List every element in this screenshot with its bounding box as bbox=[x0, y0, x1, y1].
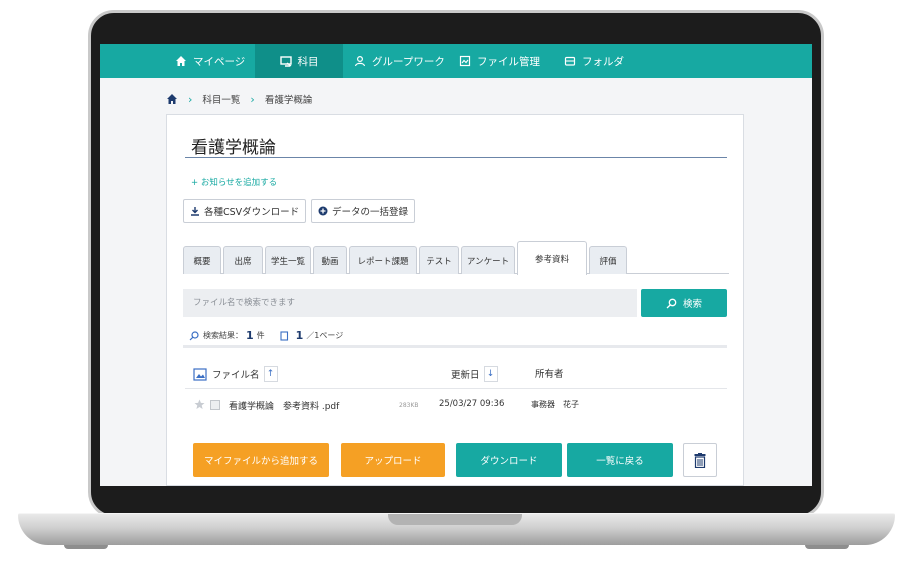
subject-icon bbox=[279, 56, 292, 67]
tab-bar: 概要 出席 学生一覧 動画 レポート課題 テスト アンケート 参考資料 評価 bbox=[183, 241, 729, 275]
bulk-register-button[interactable]: データの一括登録 bbox=[311, 199, 416, 223]
search-button-label: 検索 bbox=[682, 299, 702, 310]
image-file-icon bbox=[193, 367, 207, 381]
row-checkbox[interactable] bbox=[210, 400, 220, 410]
laptop-foot-left bbox=[64, 545, 108, 549]
column-header-name: ファイル名 ↑ bbox=[193, 366, 278, 382]
app-screen: マイページ 科目 グループワーク ファイル管理 フォルダ › 科目一覧 › 看護… bbox=[100, 44, 812, 486]
group-icon bbox=[354, 55, 366, 67]
results-unit: 件 bbox=[256, 331, 265, 340]
tab-references[interactable]: 参考資料 bbox=[517, 241, 587, 275]
nav-label: フォルダ bbox=[582, 55, 624, 68]
tab-survey[interactable]: アンケート bbox=[461, 246, 515, 274]
laptop-notch bbox=[388, 514, 522, 525]
search-input[interactable] bbox=[183, 289, 637, 317]
upload-button[interactable]: アップロード bbox=[341, 443, 445, 477]
download-button[interactable]: ダウンロード bbox=[456, 443, 562, 477]
results-label: 検索結果： bbox=[203, 331, 243, 340]
search-button[interactable]: 検索 bbox=[641, 289, 727, 317]
nav-label: 科目 bbox=[297, 55, 319, 68]
column-header-updated: 更新日 ↓ bbox=[451, 366, 498, 382]
search-icon bbox=[666, 298, 677, 308]
nav-item-groupwork[interactable]: グループワーク bbox=[354, 44, 445, 78]
csv-download-label: 各種CSVダウンロード bbox=[204, 207, 300, 218]
chevron-right-icon: › bbox=[250, 92, 255, 106]
sort-ascending-icon[interactable]: ↑ bbox=[263, 366, 278, 382]
nav-item-folder[interactable]: フォルダ bbox=[564, 44, 624, 78]
search-icon bbox=[189, 330, 199, 340]
chevron-right-icon: › bbox=[188, 92, 193, 106]
breadcrumb-subject-list[interactable]: 科目一覧 bbox=[202, 92, 240, 106]
breadcrumb-current: 看護学概論 bbox=[264, 95, 313, 106]
results-count: 1 bbox=[246, 329, 254, 342]
column-header-updated-label: 更新日 bbox=[451, 370, 480, 381]
results-page: 1 bbox=[295, 329, 304, 342]
column-header-name-label: ファイル名 bbox=[212, 370, 260, 381]
file-owner: 事務器 花子 bbox=[531, 400, 579, 409]
results-page-suffix: ／1ページ bbox=[306, 331, 344, 340]
bulk-register-label: データの一括登録 bbox=[332, 207, 409, 218]
back-to-list-button[interactable]: 一覧に戻る bbox=[567, 443, 673, 477]
laptop-mockup: マイページ 科目 グループワーク ファイル管理 フォルダ › 科目一覧 › 看護… bbox=[0, 0, 913, 575]
column-header-owner: 所有者 bbox=[535, 369, 564, 380]
sort-descending-icon[interactable]: ↓ bbox=[483, 366, 498, 382]
delete-button[interactable] bbox=[683, 443, 717, 477]
nav-label: マイページ bbox=[193, 55, 246, 68]
tab-attendance[interactable]: 出席 bbox=[223, 246, 263, 274]
laptop-foot-right bbox=[805, 545, 849, 549]
page-title: 看護学概論 bbox=[191, 138, 276, 158]
page-icon bbox=[280, 330, 288, 341]
nav-item-mypage[interactable]: マイページ bbox=[175, 44, 245, 78]
nav-label: ファイル管理 bbox=[477, 55, 540, 68]
top-nav: マイページ 科目 グループワーク ファイル管理 フォルダ bbox=[100, 44, 812, 78]
course-card: 看護学概論 + お知らせを追加する 各種CSVダウンロード データの一括登録 概… bbox=[166, 114, 744, 486]
trash-icon bbox=[694, 452, 706, 468]
title-divider bbox=[185, 157, 727, 158]
tab-videos[interactable]: 動画 bbox=[313, 246, 347, 274]
tab-reports[interactable]: レポート課題 bbox=[349, 246, 417, 274]
tab-evaluation[interactable]: 評価 bbox=[589, 246, 627, 274]
file-updated: 25/03/27 09:36 bbox=[439, 399, 505, 409]
nav-label: グループワーク bbox=[372, 55, 445, 68]
results-divider bbox=[183, 345, 727, 348]
nav-item-file-manage[interactable]: ファイル管理 bbox=[459, 44, 540, 78]
results-summary: 検索結果： 1 件 1 ／1ページ bbox=[189, 329, 343, 342]
download-icon bbox=[191, 207, 199, 216]
nav-item-subject[interactable]: 科目 bbox=[255, 44, 343, 78]
file-manage-icon bbox=[459, 55, 471, 67]
file-size: 283KB bbox=[399, 402, 419, 409]
star-icon[interactable] bbox=[194, 399, 205, 410]
tab-overview[interactable]: 概要 bbox=[183, 246, 221, 274]
file-name[interactable]: 看護学概論 参考資料 .pdf bbox=[229, 399, 339, 412]
home-icon[interactable] bbox=[166, 93, 178, 105]
csv-download-button[interactable]: 各種CSVダウンロード bbox=[183, 199, 307, 223]
breadcrumb: › 科目一覧 › 看護学概論 bbox=[166, 92, 312, 106]
table-header-divider bbox=[185, 388, 727, 389]
tab-tests[interactable]: テスト bbox=[419, 246, 459, 274]
home-icon bbox=[176, 56, 186, 66]
add-notice-link[interactable]: + お知らせを追加する bbox=[191, 176, 277, 188]
plus-circle-icon bbox=[318, 206, 328, 216]
tab-students[interactable]: 学生一覧 bbox=[265, 246, 311, 274]
add-from-my-files-button[interactable]: マイファイルから追加する bbox=[193, 443, 329, 477]
folder-icon bbox=[564, 56, 576, 66]
